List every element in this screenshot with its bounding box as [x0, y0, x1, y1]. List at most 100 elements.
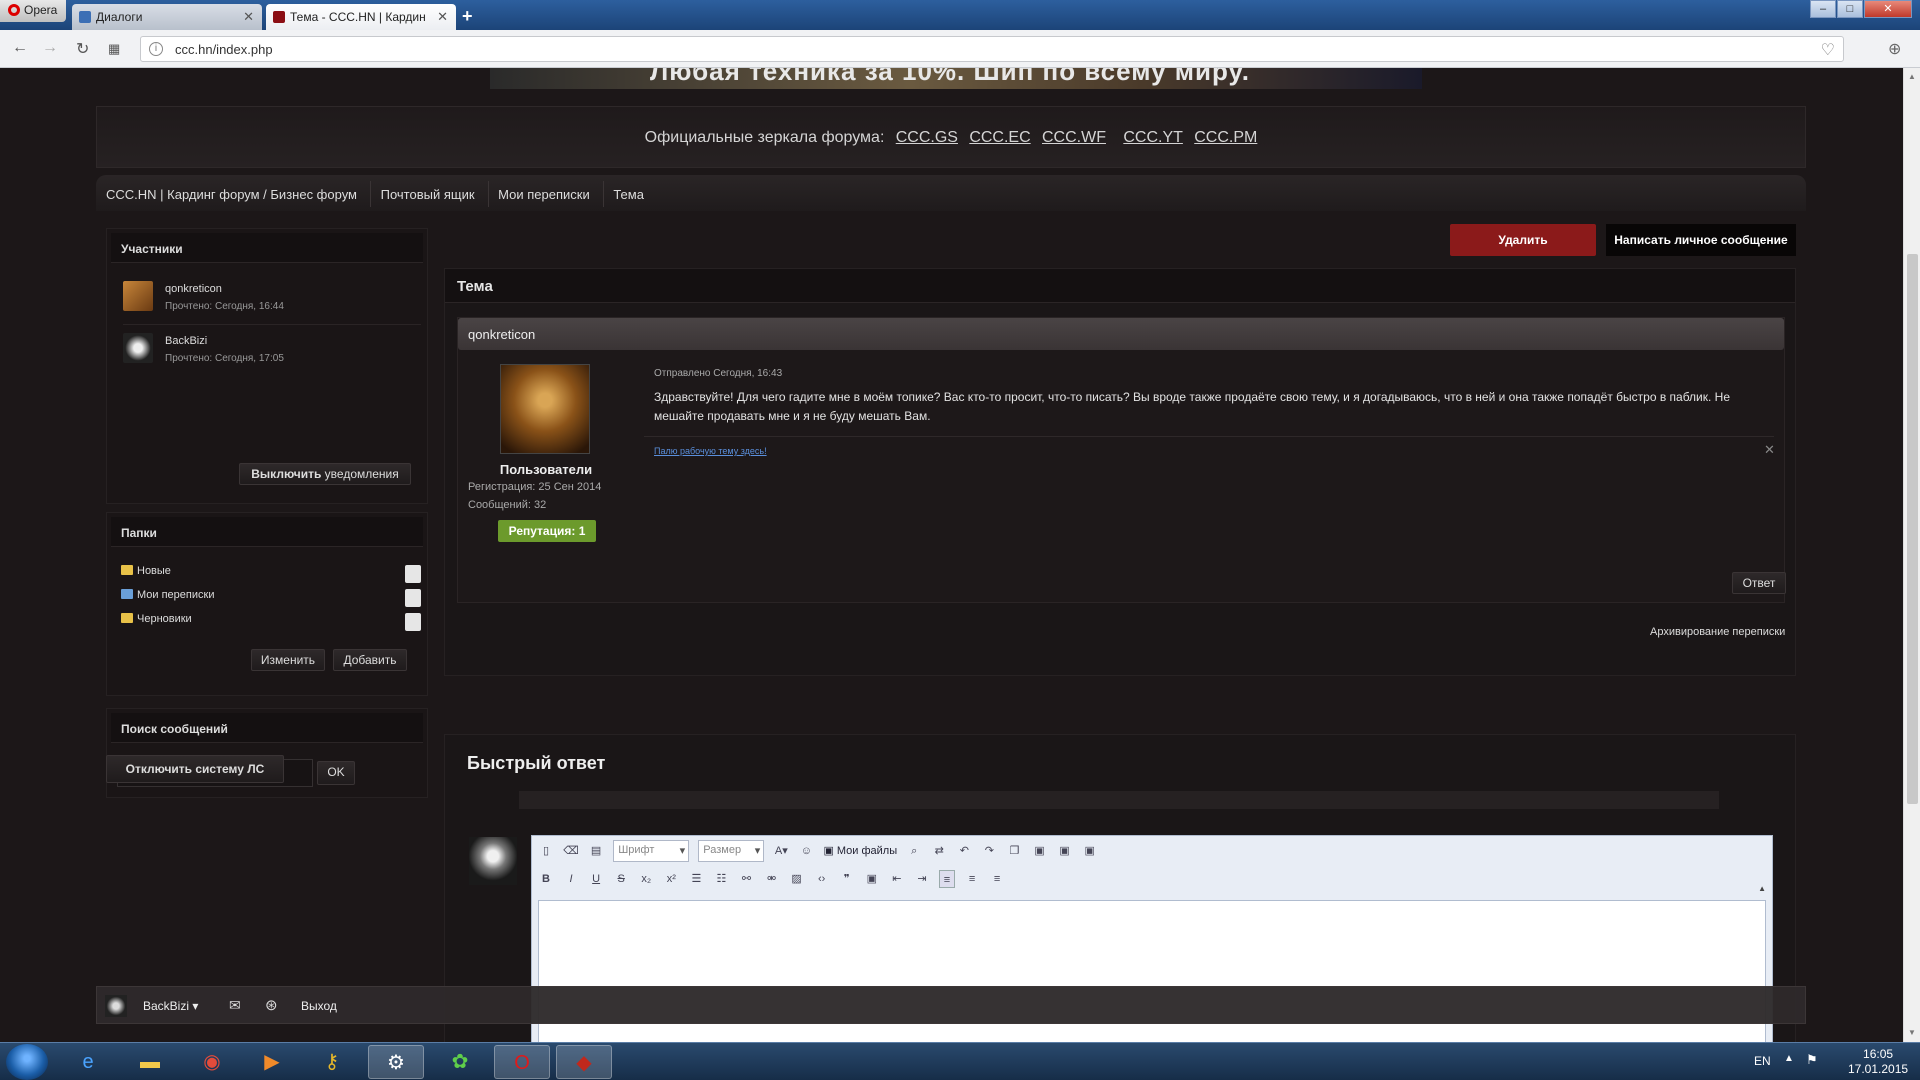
image-icon[interactable]: ▨: [789, 870, 805, 888]
action-center-flag-icon[interactable]: ⚑: [1806, 1052, 1818, 1068]
underline-icon[interactable]: U: [588, 870, 604, 888]
tab-topic[interactable]: Тема - CCC.HN | Кардин ✕: [266, 4, 456, 30]
spoiler-icon[interactable]: ▤: [588, 842, 604, 860]
close-icon[interactable]: ✕: [1764, 442, 1775, 458]
mirror-link[interactable]: CCC.PM: [1194, 129, 1257, 146]
size-select[interactable]: Размер: [698, 840, 765, 862]
logout-link[interactable]: Выход: [301, 999, 337, 1013]
mirror-link[interactable]: CCC.WF: [1042, 129, 1106, 146]
tab-close-icon[interactable]: ✕: [243, 9, 254, 25]
download-icon[interactable]: ⊕: [1888, 39, 1901, 59]
paste-icon[interactable]: ▣: [1032, 842, 1048, 860]
tray-expand-icon[interactable]: ▲: [1784, 1053, 1794, 1064]
breadcrumb-mailbox[interactable]: Почтовый ящик: [381, 181, 489, 207]
breadcrumb-forum[interactable]: CCC.HN | Кардинг форум / Бизнес форум: [106, 181, 371, 207]
forward-arrow-icon[interactable]: →: [42, 39, 58, 57]
align-center-icon[interactable]: ≡: [964, 870, 980, 888]
unlink-icon[interactable]: ⚮: [764, 870, 780, 888]
replace-icon[interactable]: ⇄: [931, 842, 947, 860]
mail-icon[interactable]: ✉: [229, 997, 241, 1014]
copy-icon[interactable]: ❐: [1006, 842, 1022, 860]
participant-name[interactable]: qonkreticon: [165, 283, 222, 295]
heart-icon[interactable]: ♡: [1821, 40, 1835, 60]
window-close-button[interactable]: ✕: [1864, 0, 1912, 18]
mirror-link[interactable]: CCC.YT: [1123, 129, 1183, 146]
folder-checkbox[interactable]: [405, 589, 421, 607]
opera-icon[interactable]: O: [494, 1045, 550, 1079]
site-info-icon[interactable]: i: [149, 42, 163, 56]
language-indicator[interactable]: EN: [1754, 1054, 1771, 1068]
folder-item-conversations[interactable]: Мои переписки: [121, 589, 421, 609]
page-scrollbar[interactable]: ▲ ▼: [1903, 68, 1920, 1042]
disable-notifications-button[interactable]: Выключить уведомления: [239, 463, 411, 485]
bold-icon[interactable]: B: [538, 870, 554, 888]
paste-text-icon[interactable]: ▣: [1057, 842, 1073, 860]
keys-icon[interactable]: ⚷: [304, 1045, 360, 1079]
my-files-button[interactable]: ▣ Мои файлы: [823, 842, 897, 860]
bullet-list-icon[interactable]: ☰: [688, 870, 704, 888]
code-icon[interactable]: ‹›: [814, 870, 830, 888]
delete-button[interactable]: Удалить: [1450, 224, 1596, 256]
text-color-icon[interactable]: A▾: [773, 842, 789, 860]
align-left-icon[interactable]: ≡: [939, 870, 955, 888]
globe-icon[interactable]: ⊛: [265, 996, 278, 1014]
italic-icon[interactable]: I: [563, 870, 579, 888]
media-player-icon[interactable]: ▶: [244, 1045, 300, 1079]
speed-dial-grid-icon[interactable]: ▦: [108, 41, 120, 57]
undo-icon[interactable]: ↶: [956, 842, 972, 860]
avatar[interactable]: [123, 281, 153, 311]
link-icon[interactable]: ⚯: [739, 870, 755, 888]
window-maximize-button[interactable]: □: [1837, 0, 1863, 18]
folder-item-new[interactable]: Новые: [121, 565, 421, 585]
scroll-up-icon[interactable]: ▲: [1908, 72, 1916, 81]
signature-link[interactable]: Палю рабочую тему здесь!: [654, 446, 767, 456]
collapse-toolbar-icon[interactable]: ▲: [1758, 884, 1766, 893]
chrome-icon[interactable]: ◉: [184, 1045, 240, 1079]
author-avatar[interactable]: [500, 364, 590, 454]
participant-name[interactable]: BackBizi: [165, 335, 207, 347]
archive-conversation-link[interactable]: Архивирование переписки: [1650, 626, 1785, 638]
redo-icon[interactable]: ↷: [981, 842, 997, 860]
user-menu[interactable]: BackBizi ▾: [143, 999, 198, 1013]
quote-icon[interactable]: ❞: [839, 870, 855, 888]
window-minimize-button[interactable]: –: [1810, 0, 1836, 18]
back-arrow-icon[interactable]: ←: [12, 39, 28, 57]
opera-menu-button[interactable]: Opera: [0, 0, 66, 22]
edit-folders-button[interactable]: Изменить: [251, 649, 325, 671]
start-button[interactable]: [6, 1044, 48, 1080]
clock[interactable]: 16:05 17.01.2015: [1848, 1047, 1908, 1077]
tab-close-icon[interactable]: ✕: [437, 9, 448, 25]
dota-icon[interactable]: ◆: [556, 1045, 612, 1079]
scroll-down-icon[interactable]: ▼: [1908, 1028, 1916, 1037]
mirror-link[interactable]: CCC.GS: [896, 129, 958, 146]
ie-icon[interactable]: e: [60, 1045, 116, 1079]
reload-icon[interactable]: ↻: [76, 39, 89, 59]
strikethrough-icon[interactable]: S: [613, 870, 629, 888]
message-author-header[interactable]: qonkreticon: [458, 318, 1784, 350]
folder-checkbox[interactable]: [405, 565, 421, 583]
new-tab-button[interactable]: +: [462, 6, 473, 27]
spoiler-block-icon[interactable]: ▣: [864, 870, 880, 888]
subscript-icon[interactable]: x₂: [638, 870, 654, 888]
disable-pm-system-button[interactable]: Отключить систему ЛС: [106, 755, 284, 783]
icq-icon[interactable]: ✿: [432, 1045, 488, 1079]
tab-dialogs[interactable]: Диалоги ✕: [72, 4, 262, 30]
breadcrumb-conversations[interactable]: Мои переписки: [498, 181, 604, 207]
smiley-icon[interactable]: ☺: [798, 842, 814, 860]
avatar[interactable]: [105, 995, 127, 1017]
avatar[interactable]: [123, 333, 153, 363]
explorer-icon[interactable]: ▬: [122, 1045, 178, 1079]
mirror-link[interactable]: CCC.EC: [969, 129, 1030, 146]
numbered-list-icon[interactable]: ☷: [713, 870, 729, 888]
paste-word-icon[interactable]: ▣: [1082, 842, 1098, 860]
ad-banner[interactable]: Любая техника за 10%. Шип по всему миру.: [490, 68, 1422, 89]
address-bar[interactable]: i ccc.hn/index.php ♡: [140, 36, 1844, 62]
superscript-icon[interactable]: x²: [663, 870, 679, 888]
steam-icon[interactable]: ⚙: [368, 1045, 424, 1079]
source-icon[interactable]: ▯: [538, 842, 554, 860]
folder-item-drafts[interactable]: Черновики: [121, 613, 421, 633]
folder-checkbox[interactable]: [405, 613, 421, 631]
write-message-button[interactable]: Написать личное сообщение: [1606, 224, 1796, 256]
reply-button[interactable]: Ответ: [1732, 572, 1786, 594]
add-folder-button[interactable]: Добавить: [333, 649, 407, 671]
